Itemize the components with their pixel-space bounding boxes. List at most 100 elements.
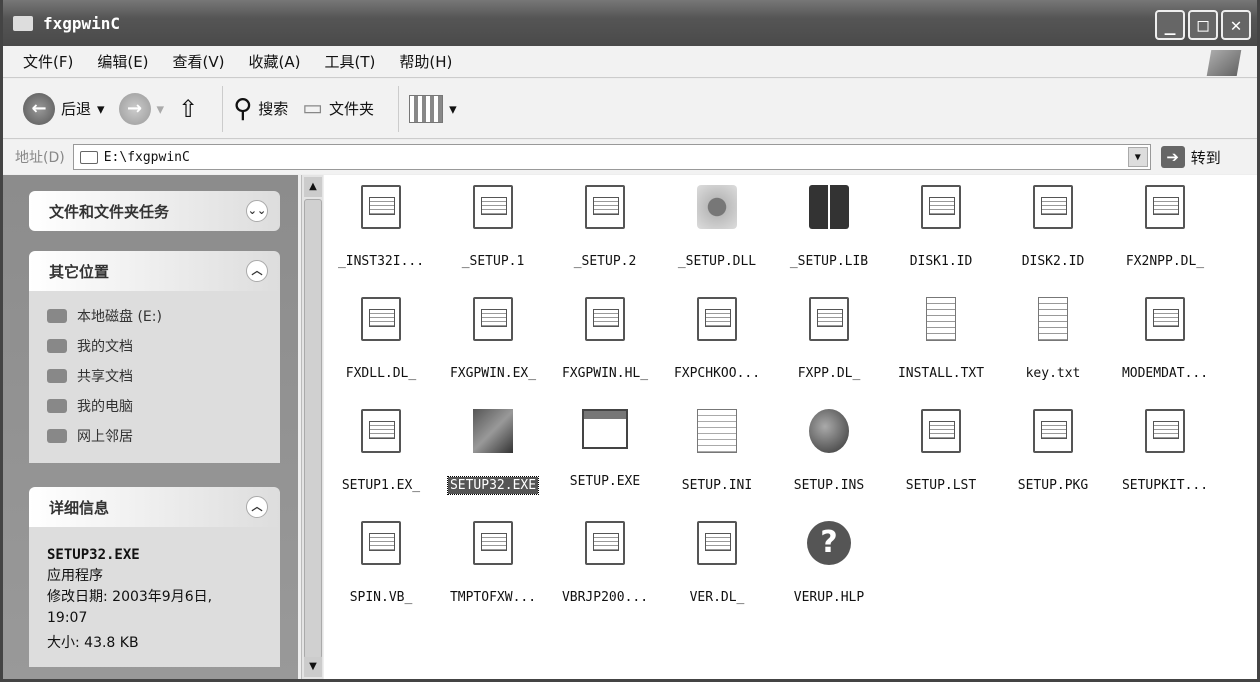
- file-item[interactable]: VBRJP200...: [549, 521, 661, 606]
- places-panel: 其它位置 ︿ 本地磁盘 (E:) 我的文档 共享文档 我的电脑 网上邻居: [29, 251, 280, 463]
- details-panel-header[interactable]: 详细信息 ︿: [29, 487, 280, 527]
- title-bar[interactable]: fxgpwinC _ □ ✕: [3, 0, 1257, 46]
- file-icon: [921, 185, 961, 229]
- file-item[interactable]: SETUPKIT...: [1109, 409, 1221, 494]
- back-label: 后退: [61, 100, 92, 118]
- views-button[interactable]: ▾: [409, 94, 457, 123]
- file-item[interactable]: SETUP1.EX_: [325, 409, 437, 494]
- close-button[interactable]: ✕: [1221, 10, 1251, 40]
- file-icon: [473, 521, 513, 565]
- back-button[interactable]: ← 后退 ▾: [23, 92, 105, 125]
- file-list: _INST32I... _SETUP.1 _SETUP.2 _SETUP.DLL _SE…: [324, 175, 1257, 679]
- file-name: SETUPKIT...: [1121, 478, 1209, 493]
- address-input[interactable]: E:\fxgpwinC ▼: [72, 144, 1151, 170]
- place-network[interactable]: 网上邻居: [47, 421, 262, 451]
- menu-edit[interactable]: 编辑(E): [97, 51, 148, 72]
- file-item[interactable]: DISK1.ID: [885, 185, 997, 270]
- file-item[interactable]: FXPP.DL_: [773, 297, 885, 382]
- file-item[interactable]: DISK2.ID: [997, 185, 1109, 270]
- details-type: 应用程序: [47, 568, 103, 584]
- drive-icon: [47, 309, 67, 323]
- file-name: _SETUP.2: [573, 254, 637, 269]
- file-item[interactable]: FXDLL.DL_: [325, 297, 437, 382]
- file-icon: [1145, 409, 1185, 453]
- maximize-button[interactable]: □: [1188, 10, 1218, 40]
- file-item[interactable]: VER.DL_: [661, 521, 773, 606]
- file-item[interactable]: SETUP.PKG: [997, 409, 1109, 494]
- place-my-computer[interactable]: 我的电脑: [47, 391, 262, 421]
- dropdown-arrow-icon[interactable]: ▾: [97, 100, 105, 118]
- file-item[interactable]: SETUP.INI: [661, 409, 773, 494]
- go-arrow-icon: ➔: [1160, 146, 1185, 168]
- file-icon: [582, 409, 628, 449]
- forward-button[interactable]: → ▾: [118, 92, 165, 125]
- task-pane: 文件和文件夹任务 ⌄⌄ 其它位置 ︿ 本地磁盘 (E:) 我的文档 共享文档 我的电…: [3, 175, 298, 679]
- file-item[interactable]: SETUP.LST: [885, 409, 997, 494]
- expand-icon[interactable]: ⌄⌄: [246, 200, 268, 222]
- file-name: MODEMDAT...: [1121, 366, 1209, 381]
- file-item[interactable]: MODEMDAT...: [1109, 297, 1221, 382]
- place-shared-documents[interactable]: 共享文档: [47, 361, 262, 391]
- file-icon: [361, 185, 401, 229]
- menu-help[interactable]: 帮助(H): [399, 51, 452, 72]
- back-arrow-icon: ←: [23, 92, 55, 125]
- up-folder-button[interactable]: ⇧: [178, 95, 198, 123]
- file-icon: [1033, 409, 1073, 453]
- search-button[interactable]: ⚲ 搜索: [233, 94, 288, 124]
- file-item[interactable]: SETUP32.EXE: [437, 409, 549, 495]
- file-item[interactable]: INSTALL.TXT: [885, 297, 997, 382]
- file-item[interactable]: _INST32I...: [325, 185, 437, 270]
- menu-view[interactable]: 查看(V): [173, 51, 225, 72]
- scroll-up-icon[interactable]: ▲: [304, 177, 322, 197]
- file-item[interactable]: FXPCHKOO...: [661, 297, 773, 382]
- go-button[interactable]: ➔ 转到: [1160, 146, 1221, 168]
- dropdown-arrow-icon[interactable]: ▾: [157, 100, 165, 118]
- file-item[interactable]: FXGPWIN.HL_: [549, 297, 661, 382]
- file-icon: [585, 297, 625, 341]
- tasks-title: 文件和文件夹任务: [49, 202, 170, 221]
- menu-tools[interactable]: 工具(T): [324, 51, 375, 72]
- file-item[interactable]: TMPTOFXW...: [437, 521, 549, 606]
- scroll-down-icon[interactable]: ▼: [304, 657, 322, 677]
- file-item[interactable]: key.txt: [997, 297, 1109, 382]
- places-panel-header[interactable]: 其它位置 ︿: [29, 251, 280, 291]
- scrollbar-thumb[interactable]: [304, 199, 322, 659]
- task-pane-scrollbar[interactable]: ▲ ▼: [301, 175, 323, 679]
- file-item[interactable]: _SETUP.DLL: [661, 185, 773, 270]
- file-icon: [697, 521, 737, 565]
- file-item[interactable]: SETUP.INS: [773, 409, 885, 494]
- file-item[interactable]: _SETUP.2: [549, 185, 661, 270]
- tasks-panel: 文件和文件夹任务 ⌄⌄: [29, 191, 280, 231]
- file-name: FXDLL.DL_: [345, 366, 417, 381]
- folders-button[interactable]: ▭ 文件夹: [302, 96, 374, 121]
- file-icon: [809, 185, 849, 229]
- file-item[interactable]: ? VERUP.HLP: [773, 521, 885, 606]
- minimize-button[interactable]: _: [1155, 10, 1185, 40]
- file-name: FXPCHKOO...: [673, 366, 761, 381]
- file-name: SETUP.PKG: [1017, 478, 1089, 493]
- file-item[interactable]: _SETUP.LIB: [773, 185, 885, 270]
- tasks-panel-header[interactable]: 文件和文件夹任务 ⌄⌄: [29, 191, 280, 231]
- folder-icon: [13, 15, 33, 31]
- file-item[interactable]: _SETUP.1: [437, 185, 549, 270]
- menu-bar: 文件(F) 编辑(E) 查看(V) 收藏(A) 工具(T) 帮助(H): [3, 46, 1257, 78]
- file-name: _SETUP.1: [461, 254, 525, 269]
- menu-favorites[interactable]: 收藏(A): [249, 51, 301, 72]
- shared-folder-icon: [47, 369, 67, 383]
- collapse-icon[interactable]: ︿: [246, 496, 268, 518]
- documents-icon: [47, 339, 67, 353]
- address-bar: 地址(D) E:\fxgpwinC ▼ ➔ 转到: [3, 140, 1257, 174]
- toolbar: ← 后退 ▾ → ▾ ⇧ ⚲ 搜索 ▭ 文件夹 ▾: [3, 79, 1257, 139]
- file-name: SETUP.INS: [793, 478, 865, 493]
- menu-file[interactable]: 文件(F): [23, 51, 73, 72]
- file-item[interactable]: FXGPWIN.EX_: [437, 297, 549, 382]
- search-label: 搜索: [258, 100, 289, 118]
- file-item[interactable]: SPIN.VB_: [325, 521, 437, 606]
- address-dropdown-icon[interactable]: ▼: [1127, 147, 1148, 167]
- collapse-icon[interactable]: ︿: [246, 260, 268, 282]
- place-my-documents[interactable]: 我的文档: [47, 331, 262, 361]
- place-local-disk[interactable]: 本地磁盘 (E:): [47, 301, 262, 331]
- file-name: VER.DL_: [689, 590, 745, 605]
- file-item[interactable]: SETUP.EXE: [549, 409, 661, 490]
- file-item[interactable]: FX2NPP.DL_: [1109, 185, 1221, 270]
